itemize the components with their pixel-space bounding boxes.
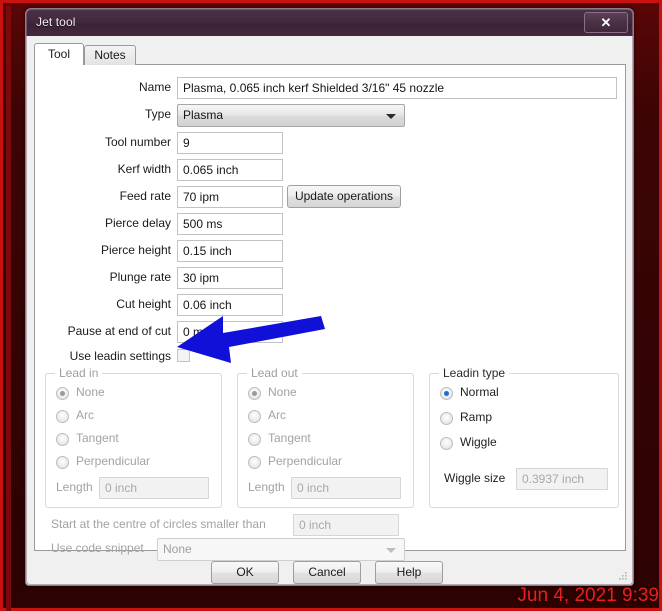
radio-icon [248,410,261,423]
radio-icon [56,433,69,446]
leadin-type-option-wiggle-label: Wiggle [460,435,497,449]
help-button[interactable]: Help [375,561,443,584]
lead-out-option-perpendicular-label: Perpendicular [268,454,343,468]
plunge-rate-label: Plunge rate [109,270,171,284]
field-row-name: Name [35,77,171,99]
kerf-width-input[interactable]: 0.065 inch [177,159,283,181]
lead-in-option-arc-label: Arc [76,408,94,422]
dialog-body: Tool Notes Name Plasma, 0.065 inch kerf … [26,36,633,585]
field-row-feed-rate: Feed rate [35,186,171,208]
lead-in-length-label: Length [56,480,93,494]
leadin-type-group-title: Leadin type [439,366,510,380]
lead-in-option-perpendicular-label: Perpendicular [76,454,151,468]
cut-height-label: Cut height [116,297,171,311]
lead-in-option-tangent-label: Tangent [76,431,119,445]
pierce-delay-label: Pierce delay [104,216,171,230]
field-row-tool-number: Tool number [35,132,171,154]
jet-tool-dialog: Jet tool ✕ Tool Notes Name Plasma, 0.065… [25,8,634,586]
chevron-down-icon [386,548,396,553]
pierce-height-input[interactable]: 0.15 inch [177,240,283,262]
tool-number-input[interactable]: 9 [177,132,283,154]
radio-icon [248,456,261,469]
tool-tab-panel: Name Plasma, 0.065 inch kerf Shielded 3/… [34,64,626,561]
tab-tool[interactable]: Tool [34,43,84,65]
dialog-titlebar[interactable]: Jet tool ✕ [26,9,633,36]
dialog-title: Jet tool [36,15,76,29]
radio-icon [56,410,69,423]
field-row-pierce-delay: Pierce delay [35,213,171,235]
desktop-background: Jet tool ✕ Tool Notes Name Plasma, 0.065… [0,0,662,611]
lead-out-length-label: Length [248,480,285,494]
cancel-button[interactable]: Cancel [293,561,361,584]
type-dropdown-value: Plasma [183,108,224,122]
update-operations-button[interactable]: Update operations [287,185,401,208]
type-dropdown[interactable]: Plasma [177,104,405,127]
lead-in-group-title: Lead in [55,366,103,380]
radio-icon [440,412,453,425]
wiggle-size-input[interactable]: 0.3937 inch [516,468,608,490]
radio-icon [440,387,453,400]
radio-icon [248,387,261,400]
timestamp-overlay: Jun 4, 2021 9:39 [517,585,659,606]
pause-end-cut-label: Pause at end of cut [67,324,171,338]
cut-height-input[interactable]: 0.06 inch [177,294,283,316]
field-row-type: Type [35,104,171,126]
field-row-plunge-rate: Plunge rate [35,267,171,289]
radio-icon [248,433,261,446]
lead-in-length-input[interactable]: 0 inch [99,477,209,499]
name-label: Name [138,80,171,94]
kerf-width-label: Kerf width [117,162,171,176]
type-label: Type [144,107,171,121]
lead-out-option-none-label: None [268,385,297,399]
leadin-type-option-normal-label: Normal [460,385,499,399]
field-row-cut-height: Cut height [35,294,171,316]
field-row-kerf-width: Kerf width [35,159,171,181]
radio-icon [56,387,69,400]
lead-out-option-tangent-label: Tangent [268,431,311,445]
wiggle-size-label: Wiggle size [444,471,506,485]
lead-out-group: Lead out None Arc Tangent Perpendicular … [237,366,414,508]
chevron-down-icon [386,114,396,119]
tool-number-label: Tool number [104,135,171,149]
use-leadin-checkbox[interactable] [177,349,190,362]
lead-in-group: Lead in None Arc Tangent Perpendicular L… [45,366,222,508]
tabstrip: Tool Notes [34,43,626,65]
pierce-delay-input[interactable]: 500 ms [177,213,283,235]
leadin-type-group: Leadin type Normal Ramp Wiggle Wiggle si… [429,366,619,508]
field-row-use-leadin: Use leadin settings [35,346,171,368]
field-row-pierce-height: Pierce height [35,240,171,262]
ok-button[interactable]: OK [211,561,279,584]
leadin-type-option-ramp-label: Ramp [460,410,493,424]
radio-icon [440,437,453,450]
lead-in-option-none-label: None [76,385,105,399]
close-icon[interactable]: ✕ [584,12,628,33]
code-snippet-dropdown[interactable]: None [157,538,405,561]
field-row-pause-end-cut: Pause at end of cut [35,321,171,343]
plunge-rate-input[interactable]: 30 ipm [177,267,283,289]
start-centre-label: Start at the centre of circles smaller t… [51,517,266,531]
feed-rate-label: Feed rate [119,189,171,203]
pierce-height-label: Pierce height [100,243,171,257]
tab-notes[interactable]: Notes [84,45,136,65]
resize-grip-icon[interactable] [618,571,628,581]
name-input[interactable]: Plasma, 0.065 inch kerf Shielded 3/16" 4… [177,77,617,99]
feed-rate-input[interactable]: 70 ipm [177,186,283,208]
pause-end-cut-input[interactable]: 0 ms [177,321,283,343]
use-leadin-label: Use leadin settings [69,349,171,363]
radio-icon [56,456,69,469]
lead-out-option-arc-label: Arc [268,408,286,422]
lead-out-length-input[interactable]: 0 inch [291,477,401,499]
code-snippet-label: Use code snippet [51,541,144,555]
lead-out-group-title: Lead out [247,366,302,380]
code-snippet-dropdown-value: None [163,542,192,556]
start-centre-input[interactable]: 0 inch [293,514,399,536]
